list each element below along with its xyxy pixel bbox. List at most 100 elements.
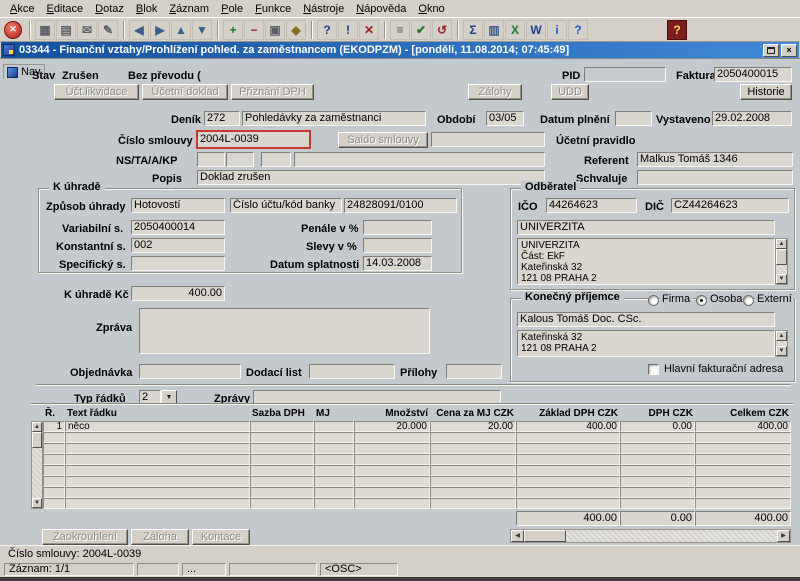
scroll-up-icon[interactable]: ▲ xyxy=(32,422,42,432)
menu-item-pole[interactable]: Pole xyxy=(215,1,249,17)
table-cell[interactable] xyxy=(43,443,65,454)
scrollbar-track[interactable] xyxy=(776,341,787,346)
denik-name-field[interactable]: Pohledávky za zaměstnanci xyxy=(242,111,426,126)
table-cell[interactable] xyxy=(43,454,65,465)
table-cell[interactable] xyxy=(516,498,620,509)
table-cell[interactable] xyxy=(430,476,516,487)
toolbar-calculator-icon[interactable]: ▥ xyxy=(484,19,504,40)
scroll-up-icon[interactable]: ▲ xyxy=(776,331,787,341)
table-cell[interactable] xyxy=(620,443,695,454)
table-cell[interactable] xyxy=(695,432,791,443)
ico-field[interactable]: 44264623 xyxy=(546,198,637,213)
table-cell[interactable]: 400.00 xyxy=(695,421,791,432)
k-uhrade-kc-field[interactable]: 400.00 xyxy=(131,286,225,301)
udd-button[interactable]: UDD xyxy=(551,84,589,100)
toolbar-next-record-icon[interactable]: ▼ xyxy=(192,19,212,40)
prijemce-jmeno-field[interactable]: Kalous Tomáš Doc. CSc. xyxy=(517,312,775,327)
table-cell[interactable] xyxy=(354,498,430,509)
table-cell[interactable] xyxy=(65,476,250,487)
menu-item-nastroje[interactable]: Nástroje xyxy=(297,1,350,17)
table-cell[interactable] xyxy=(43,465,65,476)
ucetni-doklad-button[interactable]: Účetní doklad xyxy=(142,84,228,100)
table-cell[interactable] xyxy=(620,476,695,487)
table-cell[interactable] xyxy=(516,432,620,443)
table-cell[interactable] xyxy=(516,487,620,498)
table-cell[interactable] xyxy=(43,498,65,509)
toolbar-mail-icon[interactable]: ✉ xyxy=(77,19,97,40)
toolbar-execute-query-icon[interactable]: ! xyxy=(338,19,358,40)
table-cell[interactable] xyxy=(620,487,695,498)
table-cell[interactable] xyxy=(65,443,250,454)
toolbar-print-icon[interactable]: ▤ xyxy=(56,19,76,40)
ucet-field[interactable]: 24828091/0100 xyxy=(344,198,457,213)
table-cell[interactable] xyxy=(314,454,354,465)
toolbar-delete-record-icon[interactable]: − xyxy=(244,19,264,40)
table-cell[interactable] xyxy=(430,487,516,498)
table-cell[interactable] xyxy=(620,432,695,443)
table-cell[interactable] xyxy=(620,465,695,476)
table-cell[interactable] xyxy=(314,421,354,432)
table-cell[interactable] xyxy=(314,465,354,476)
table-cell[interactable] xyxy=(250,487,314,498)
odberatel-address-textarea[interactable]: UNIVERZITA Část: EkF Kateřinská 32 121 0… xyxy=(517,238,775,285)
zaokrouhleni-button[interactable]: Zaokrouhlení xyxy=(42,529,128,545)
table-cell[interactable] xyxy=(65,498,250,509)
table-cell[interactable]: něco xyxy=(65,421,250,432)
toolbar-help-icon[interactable]: ? xyxy=(568,19,588,40)
toolbar-insert-record-icon[interactable]: + xyxy=(223,19,243,40)
table-cell[interactable]: 20.00 xyxy=(430,421,516,432)
table-cell[interactable] xyxy=(250,476,314,487)
obdobi-field[interactable]: 03/05 xyxy=(486,111,524,126)
odberatel-address-scrollbar[interactable]: ▲ ▼ xyxy=(775,238,788,285)
referent-field[interactable]: Malkus Tomáš 1346 xyxy=(637,152,793,167)
toolbar-duplicate-record-icon[interactable]: ▣ xyxy=(265,19,285,40)
scrollbar-track[interactable] xyxy=(32,432,42,498)
table-cell[interactable] xyxy=(43,476,65,487)
menu-item-editace[interactable]: Editace xyxy=(40,1,89,17)
prijemce-address-textarea[interactable]: Kateřinská 32 121 08 PRAHA 2 xyxy=(517,330,775,357)
scrollbar-thumb[interactable] xyxy=(776,249,787,265)
table-cell[interactable] xyxy=(314,432,354,443)
saldo-smlouvy-button[interactable]: Saldo smlouvy xyxy=(338,132,428,148)
objednavka-field[interactable] xyxy=(139,364,241,379)
menu-item-okno[interactable]: Okno xyxy=(412,1,450,17)
ns-field-3[interactable] xyxy=(261,152,291,167)
ns-field-1[interactable] xyxy=(197,152,225,167)
denik-code-field[interactable]: 272 xyxy=(204,111,240,126)
toolbar-next-block-icon[interactable]: ▶ xyxy=(150,19,170,40)
scroll-down-icon[interactable]: ▼ xyxy=(32,498,42,508)
table-cell[interactable] xyxy=(695,476,791,487)
toolbar-export-excel-icon[interactable]: X xyxy=(505,19,525,40)
popis-field[interactable]: Doklad zrušen xyxy=(197,170,545,185)
penale-field[interactable] xyxy=(363,220,432,235)
ns-field-4[interactable] xyxy=(294,152,545,167)
toolbar-prev-block-icon[interactable]: ◀ xyxy=(129,19,149,40)
table-cell[interactable] xyxy=(65,454,250,465)
menu-item-napoveda[interactable]: Nápověda xyxy=(350,1,412,17)
restore-button[interactable] xyxy=(763,43,779,57)
priznani-dph-button[interactable]: Přiznání DPH xyxy=(231,84,314,100)
cislo-smlouvy-field[interactable]: 2004L-0039 xyxy=(196,130,311,149)
table-cell[interactable] xyxy=(354,465,430,476)
table-cell[interactable]: 1 xyxy=(43,421,65,432)
table-cell[interactable] xyxy=(354,476,430,487)
faktura-field[interactable]: 2050400015 xyxy=(714,67,792,82)
table-cell[interactable] xyxy=(314,443,354,454)
zalohy-button[interactable]: Zálohy xyxy=(468,84,522,100)
toolbar-brand-help-icon[interactable]: ? xyxy=(667,19,687,40)
prijemce-address-scrollbar[interactable]: ▲ ▼ xyxy=(775,330,788,357)
toolbar-enter-query-icon[interactable]: ? xyxy=(317,19,337,40)
table-cell[interactable] xyxy=(65,487,250,498)
close-button[interactable]: × xyxy=(781,43,797,57)
scrollbar-thumb[interactable] xyxy=(524,530,566,542)
table-cell[interactable] xyxy=(516,476,620,487)
datum-plneni-field[interactable] xyxy=(615,111,652,126)
table-cell[interactable] xyxy=(430,465,516,476)
hlavni-fakturacni-adresa-checkbox[interactable] xyxy=(648,364,659,375)
table-cell[interactable] xyxy=(250,432,314,443)
table-cell[interactable] xyxy=(250,498,314,509)
specificky-field[interactable] xyxy=(131,256,225,271)
menu-item-akce[interactable]: Akce xyxy=(4,1,40,17)
ns-field-2[interactable] xyxy=(226,152,254,167)
table-cell[interactable] xyxy=(354,432,430,443)
